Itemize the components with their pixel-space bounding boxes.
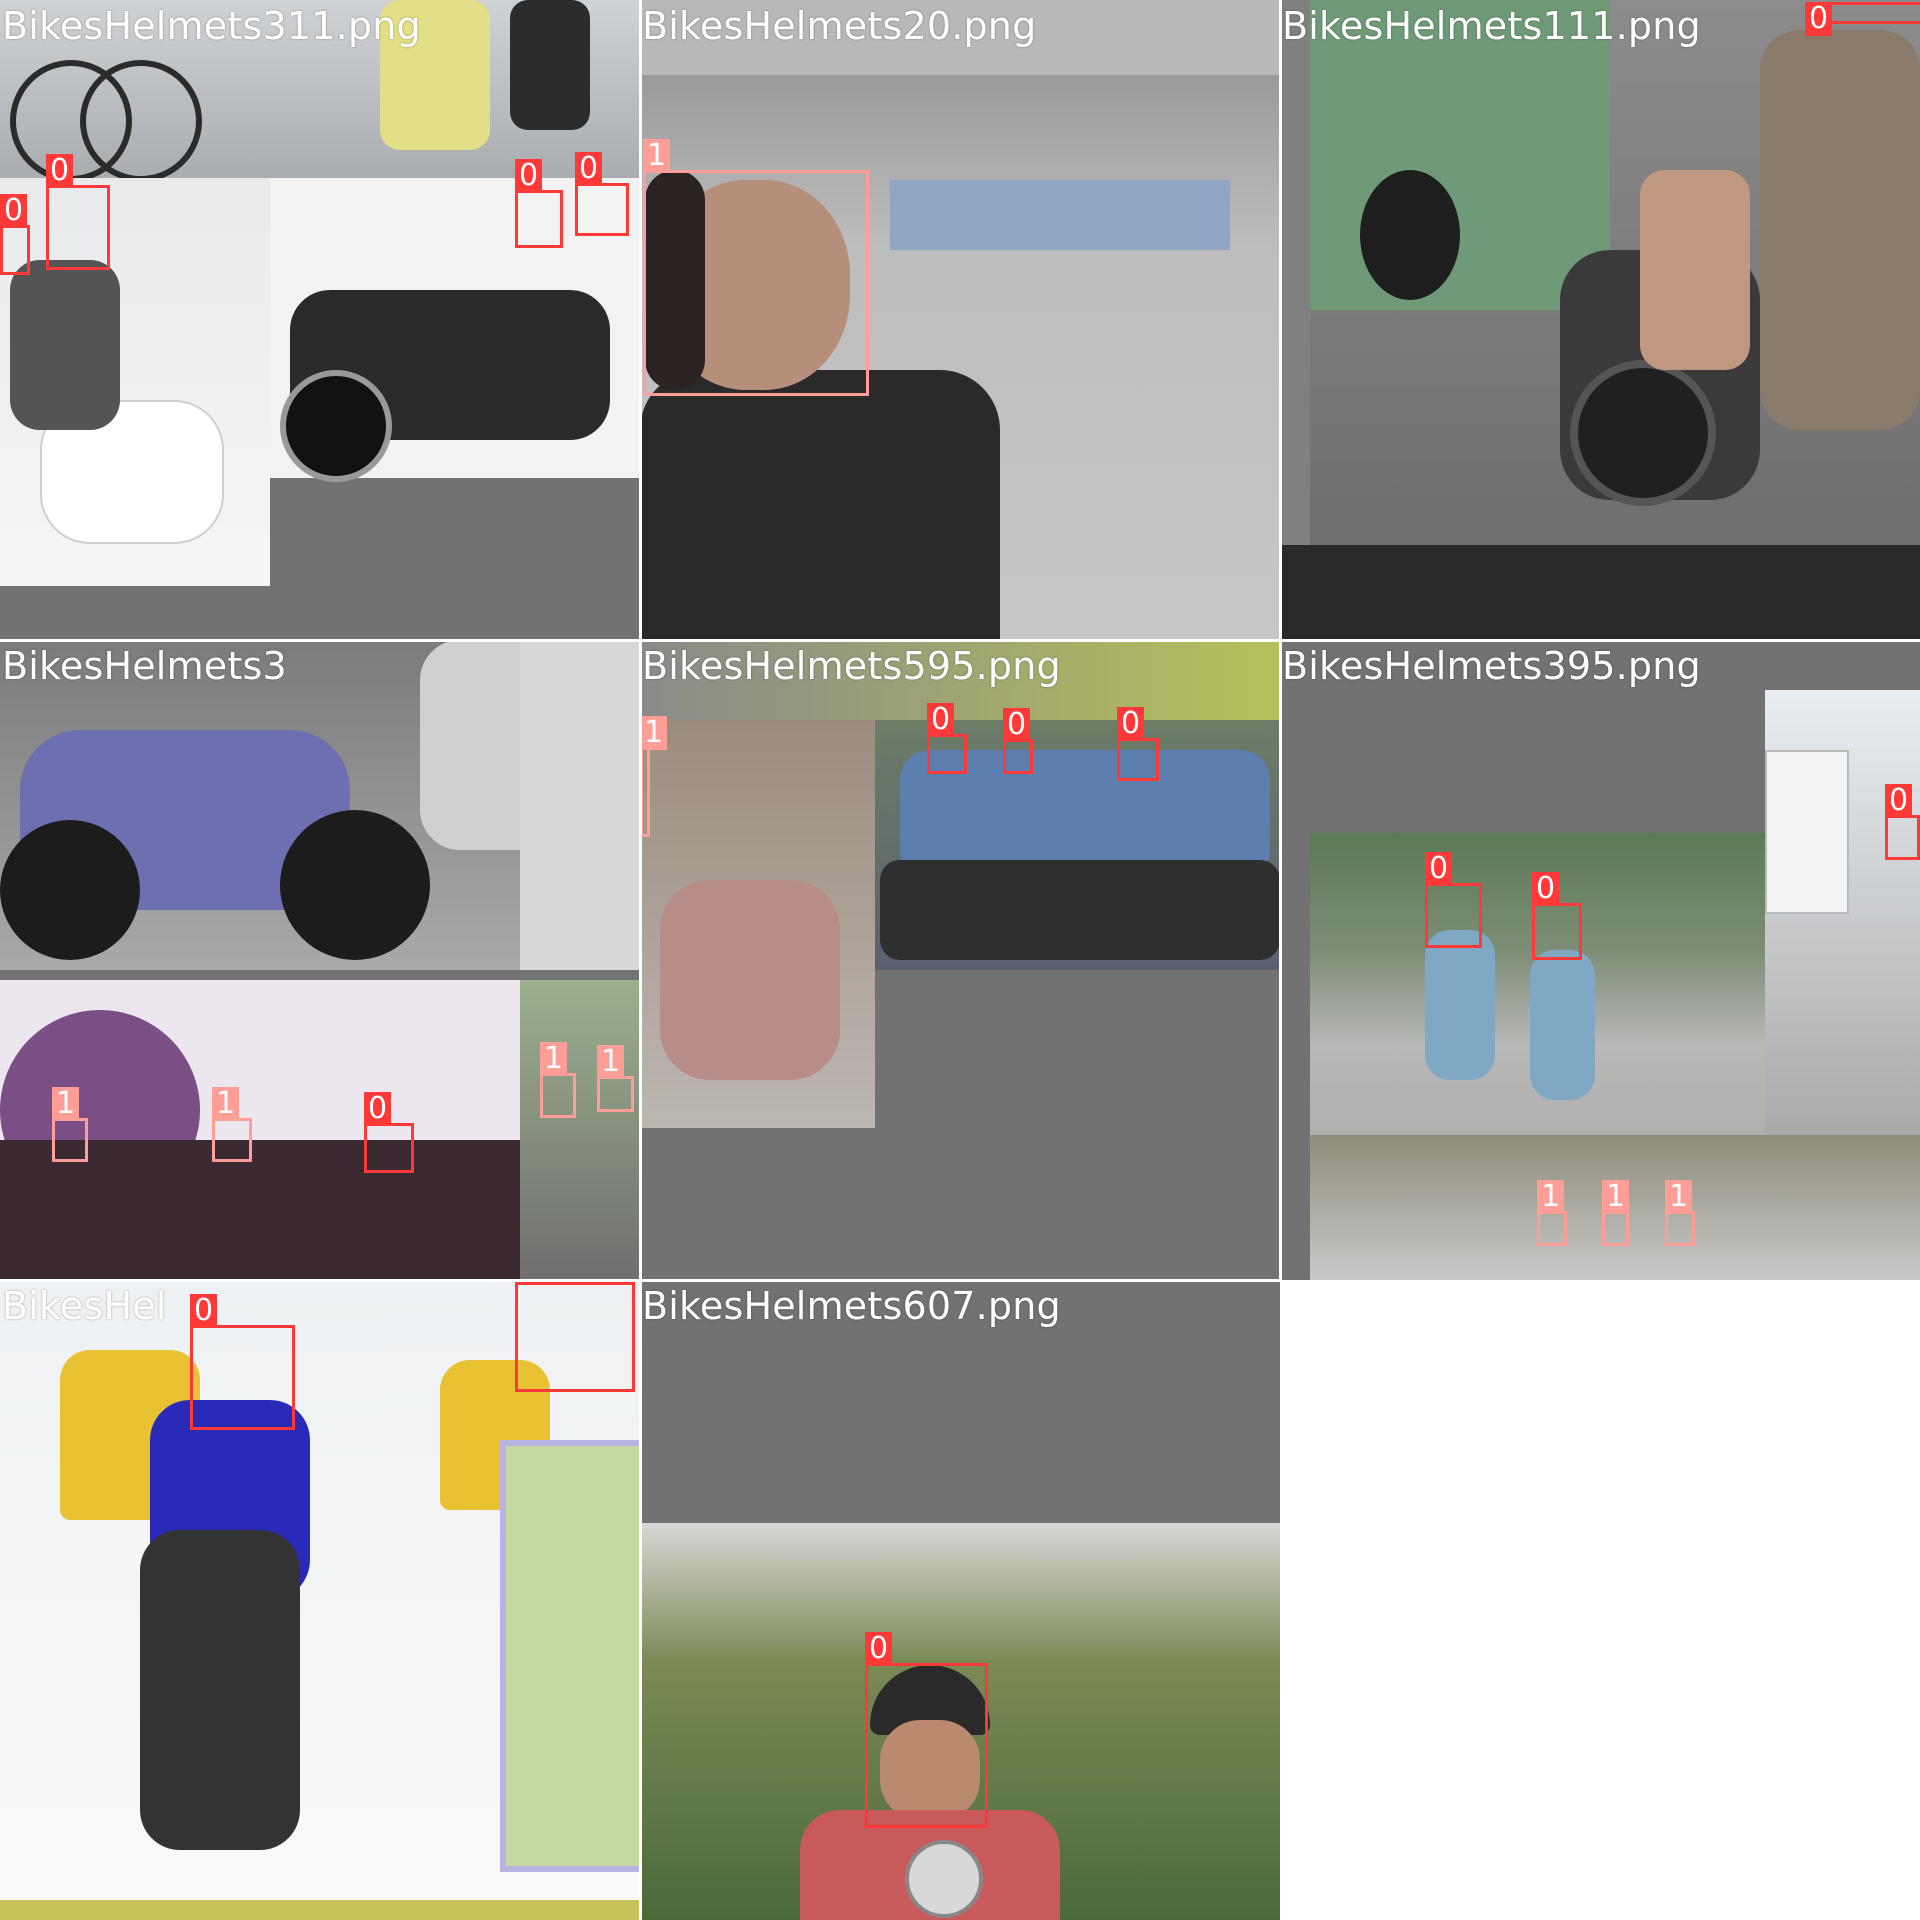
motorcycle-wheel: [280, 810, 430, 960]
detection-box: 1: [643, 139, 869, 396]
rider-jacket: [640, 370, 1000, 640]
kid-right: [1530, 950, 1595, 1100]
detection-box: 0: [1532, 872, 1582, 960]
motorcycle-wheel: [280, 370, 392, 482]
detection-box: 0: [1003, 708, 1033, 774]
class-label: 1: [1665, 1180, 1693, 1214]
class-label: 0: [1425, 852, 1453, 886]
class-label: 1: [212, 1087, 240, 1121]
class-label: 1: [52, 1087, 80, 1121]
motorcycles-row: [880, 860, 1280, 960]
mosaic-tile-1: BikesHelmets311.png 0 0 0 0: [0, 0, 640, 640]
detection-box: 0: [1117, 707, 1159, 781]
car-wheel: [1360, 170, 1460, 300]
kid-left: [1425, 930, 1495, 1080]
headlight: [905, 1840, 983, 1918]
detection-box: 0: [0, 194, 30, 275]
class-label: 0: [46, 154, 74, 188]
class-label: 0: [1885, 784, 1913, 818]
blue-fence: [890, 180, 1230, 250]
motorcycle-wheel: [0, 820, 140, 960]
class-label: 0: [1003, 708, 1031, 742]
grid-divider: [639, 0, 642, 1920]
detection-box: 1: [1602, 1180, 1630, 1246]
tile-caption: BikesHelmets395.png: [1282, 644, 1701, 688]
mosaic-tile-4: BikesHelmets3 1 1 0 1 1: [0, 640, 640, 1280]
detection-box: 0: [927, 703, 967, 774]
detection-box: 0: [46, 154, 110, 270]
motorcycle: [140, 1530, 300, 1850]
tile-caption: BikesHelmets595.png: [642, 644, 1061, 688]
tile-caption: BikesHelmets3: [2, 644, 287, 688]
class-label: 0: [364, 1092, 392, 1126]
detection-box: 1: [1665, 1180, 1695, 1246]
photo-barrier: [520, 640, 640, 970]
class-label: 1: [1537, 1180, 1565, 1214]
class-label: 1: [597, 1045, 625, 1079]
class-label: 1: [640, 716, 668, 750]
tile-caption: BikesHel: [2, 1284, 167, 1328]
silver-car: [420, 640, 520, 850]
backpack: [1640, 170, 1750, 370]
mosaic-tile-8: BikesHelmets607.png 0: [640, 1280, 1280, 1920]
class-label: 0: [575, 152, 603, 186]
mosaic-tile-6: BikesHelmets395.png 0 0 0 1 1 1: [1280, 640, 1920, 1280]
photo-riders-street: [520, 980, 640, 1280]
rider-jacket: [10, 260, 120, 430]
scooter-wheel: [1570, 360, 1716, 506]
grid-divider: [0, 1279, 1280, 1282]
detection-box: 0: [865, 1632, 988, 1828]
red-scooter: [660, 880, 840, 1080]
detection-box: 1: [212, 1087, 252, 1162]
bottom-strip: [0, 1900, 640, 1920]
grid-divider: [0, 639, 1920, 642]
detection-box: 1: [597, 1045, 634, 1112]
detection-box: 0: [515, 1280, 635, 1392]
class-label: 1: [1602, 1180, 1630, 1214]
class-label: 0: [515, 159, 543, 193]
bicycle-wheel: [80, 60, 202, 182]
tile-caption: BikesHelmets20.png: [642, 4, 1037, 48]
cyclist-black-shorts: [510, 0, 590, 130]
detection-box: 0: [1805, 2, 1920, 36]
class-label: 1: [540, 1042, 568, 1076]
green-banner: [500, 1440, 640, 1872]
detection-box: 0: [190, 1294, 295, 1430]
class-label: 0: [865, 1632, 893, 1666]
detection-box: 0: [515, 159, 563, 248]
class-label: 0: [1117, 707, 1145, 741]
detection-box: 0: [1425, 852, 1482, 948]
class-label: 0: [927, 703, 955, 737]
mosaic-tile-7: BikesHel 0 0: [0, 1280, 640, 1920]
rider: [1760, 30, 1920, 430]
class-label: 0: [1532, 872, 1560, 906]
detection-box: 1: [1537, 1180, 1567, 1246]
tile-caption: BikesHelmets311.png: [2, 4, 421, 48]
lower-strip: [1280, 545, 1920, 640]
detection-box: 0: [575, 152, 629, 236]
class-label: 1: [643, 139, 671, 173]
tile-caption: BikesHelmets111.png: [1282, 4, 1701, 48]
white-truck: [1765, 750, 1849, 914]
class-label: 0: [1805, 2, 1833, 36]
mosaic-tile-3: BikesHelmets111.png 0: [1280, 0, 1920, 640]
mosaic-tile-5: BikesHelmets595.png 1 0 0 0: [640, 640, 1280, 1280]
detection-box: 1: [540, 1042, 576, 1118]
class-label: 0: [190, 1294, 218, 1328]
detection-box: 1: [52, 1087, 88, 1162]
detection-box: 0: [1885, 784, 1920, 860]
class-label: 0: [0, 194, 28, 228]
mosaic-tile-2: BikesHelmets20.png 1: [640, 0, 1280, 640]
tile-caption: BikesHelmets607.png: [642, 1284, 1061, 1328]
detection-box: 0: [364, 1092, 414, 1173]
